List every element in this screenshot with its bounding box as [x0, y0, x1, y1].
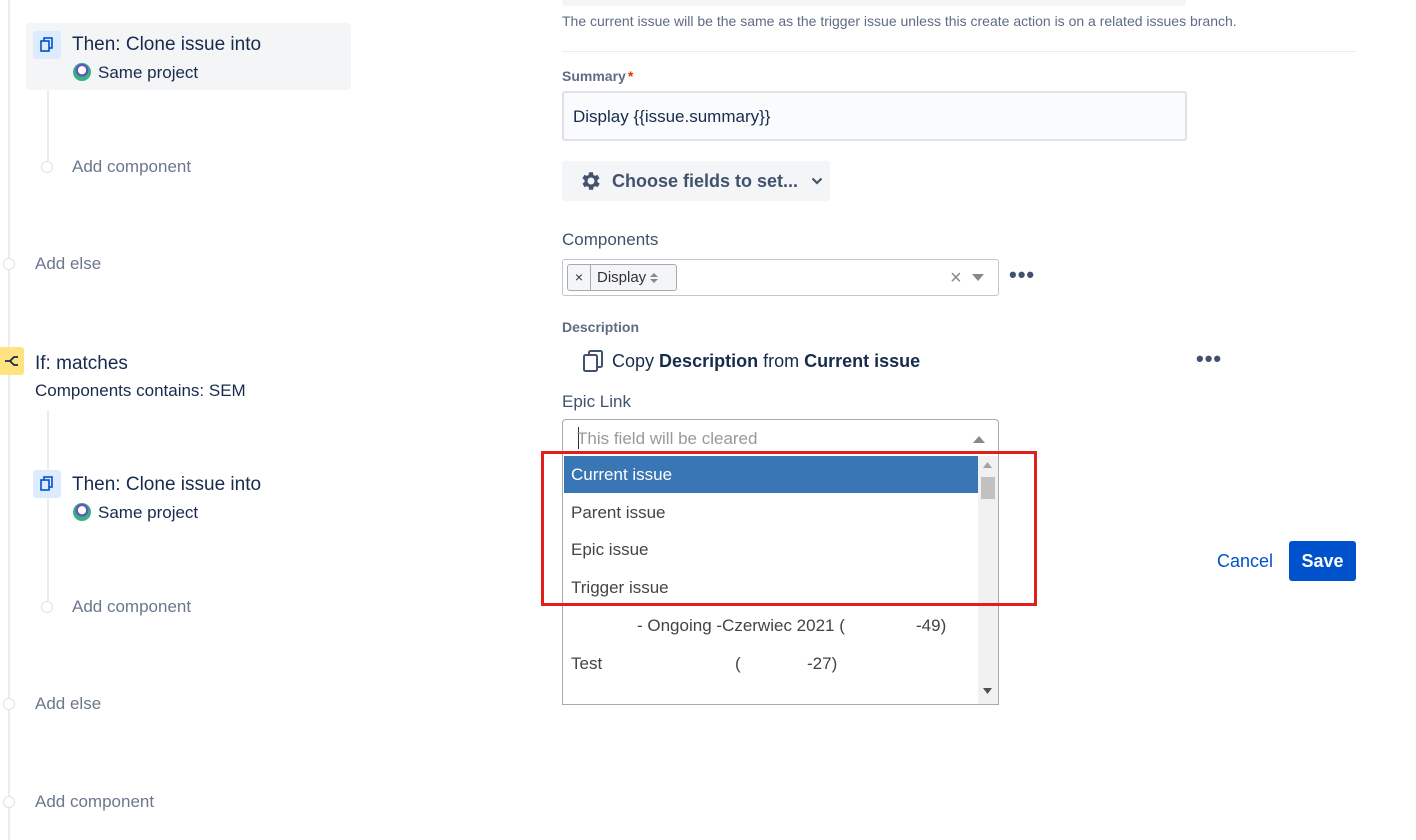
epic-link-label: Epic Link	[562, 392, 631, 411]
copy-field-name: Description	[659, 350, 759, 371]
choose-fields-button[interactable]: Choose fields to set...	[562, 161, 830, 201]
condition-subtitle: Components contains: SEM	[35, 381, 246, 400]
summary-input[interactable]: Display {{issue.summary}}	[562, 91, 1187, 141]
chevron-down-icon	[811, 177, 823, 185]
copy-icon	[582, 349, 604, 373]
epic-link-input[interactable]: This field will be cleared	[562, 419, 999, 457]
epic-option[interactable]: Test ( -27)	[564, 645, 978, 682]
components-label: Components	[562, 230, 659, 249]
clone-icon	[33, 470, 61, 498]
tree-line-main	[8, 0, 10, 840]
help-text: The current issue will be the same as th…	[562, 13, 1237, 29]
epic-option[interactable]: Epic issue	[564, 531, 978, 568]
epic-option-name: - Ongoing -Czerwiec 2021 (	[637, 616, 845, 635]
copy-source: Current issue	[804, 350, 921, 371]
branch-icon	[0, 347, 24, 375]
gear-icon	[579, 169, 603, 193]
add-component-dot	[41, 601, 53, 613]
tree-line-branch-2	[47, 410, 49, 606]
tree-line-branch-1	[47, 90, 49, 166]
description-copy-setting[interactable]: Copy Description from Current issue	[582, 349, 920, 373]
required-mark: *	[627, 68, 634, 84]
epic-option-name: (	[735, 654, 741, 673]
condition-title[interactable]: If: matches	[35, 353, 128, 375]
epic-link-dropdown[interactable]: Current issue Parent issue Epic issue Tr…	[562, 456, 999, 705]
add-component-dot	[41, 161, 53, 173]
add-else-dot	[3, 698, 15, 710]
epic-option[interactable]: Parent issue	[564, 494, 978, 531]
add-component-link[interactable]: Add component	[35, 792, 154, 812]
save-button[interactable]: Save	[1289, 541, 1356, 581]
description-label: Description	[562, 319, 640, 335]
choose-fields-label: Choose fields to set...	[612, 170, 799, 191]
copy-prefix: Copy	[612, 350, 655, 371]
divider	[562, 51, 1356, 52]
sort-icon	[649, 272, 659, 284]
clone-icon	[33, 31, 61, 59]
summary-label: Summary *	[562, 68, 633, 84]
add-else-link[interactable]: Add else	[35, 254, 101, 274]
scrollbar-thumb[interactable]	[981, 477, 995, 499]
chip-remove-icon[interactable]: ×	[568, 265, 591, 290]
epic-option-key: -27)	[807, 654, 838, 673]
summary-label-text: Summary	[562, 68, 626, 84]
cancel-button[interactable]: Cancel	[1209, 541, 1281, 581]
scroll-down-icon[interactable]	[983, 688, 992, 694]
epic-link-placeholder: This field will be cleared	[577, 429, 758, 448]
caret-down-icon[interactable]	[972, 274, 984, 281]
project-avatar-icon	[73, 503, 91, 521]
epic-option-key: -49)	[916, 616, 947, 635]
epic-option-name: Test	[571, 654, 603, 673]
copy-from-word: from	[763, 350, 800, 371]
components-select[interactable]: × Display ×	[562, 259, 999, 296]
clone-action-subtitle: Same project	[98, 503, 199, 522]
clone-action-subtitle: Same project	[98, 63, 199, 82]
field-bottom-edge	[562, 0, 1186, 6]
add-else-dot	[3, 258, 15, 270]
add-component-dot	[3, 796, 15, 808]
scroll-up-icon[interactable]	[983, 462, 992, 468]
dropdown-scrollbar[interactable]	[978, 456, 998, 704]
caret-up-icon[interactable]	[973, 436, 985, 443]
add-component-link[interactable]: Add component	[72, 597, 191, 617]
add-else-link[interactable]: Add else	[35, 694, 101, 714]
component-chip[interactable]: × Display	[567, 264, 677, 291]
clone-action-title: Then: Clone issue into	[72, 34, 262, 55]
epic-option[interactable]: Current issue	[564, 456, 978, 493]
chip-label: Display	[597, 269, 647, 286]
clone-action-title[interactable]: Then: Clone issue into	[72, 474, 261, 496]
project-avatar-icon	[73, 63, 91, 81]
more-icon[interactable]: •••	[1009, 262, 1035, 288]
more-icon[interactable]: •••	[1196, 346, 1222, 372]
clear-icon[interactable]: ×	[950, 267, 962, 290]
epic-option[interactable]: - Ongoing -Czerwiec 2021 ( -49)	[564, 607, 978, 644]
epic-option[interactable]: Trigger issue	[564, 569, 978, 606]
add-component-link[interactable]: Add component	[72, 157, 191, 177]
